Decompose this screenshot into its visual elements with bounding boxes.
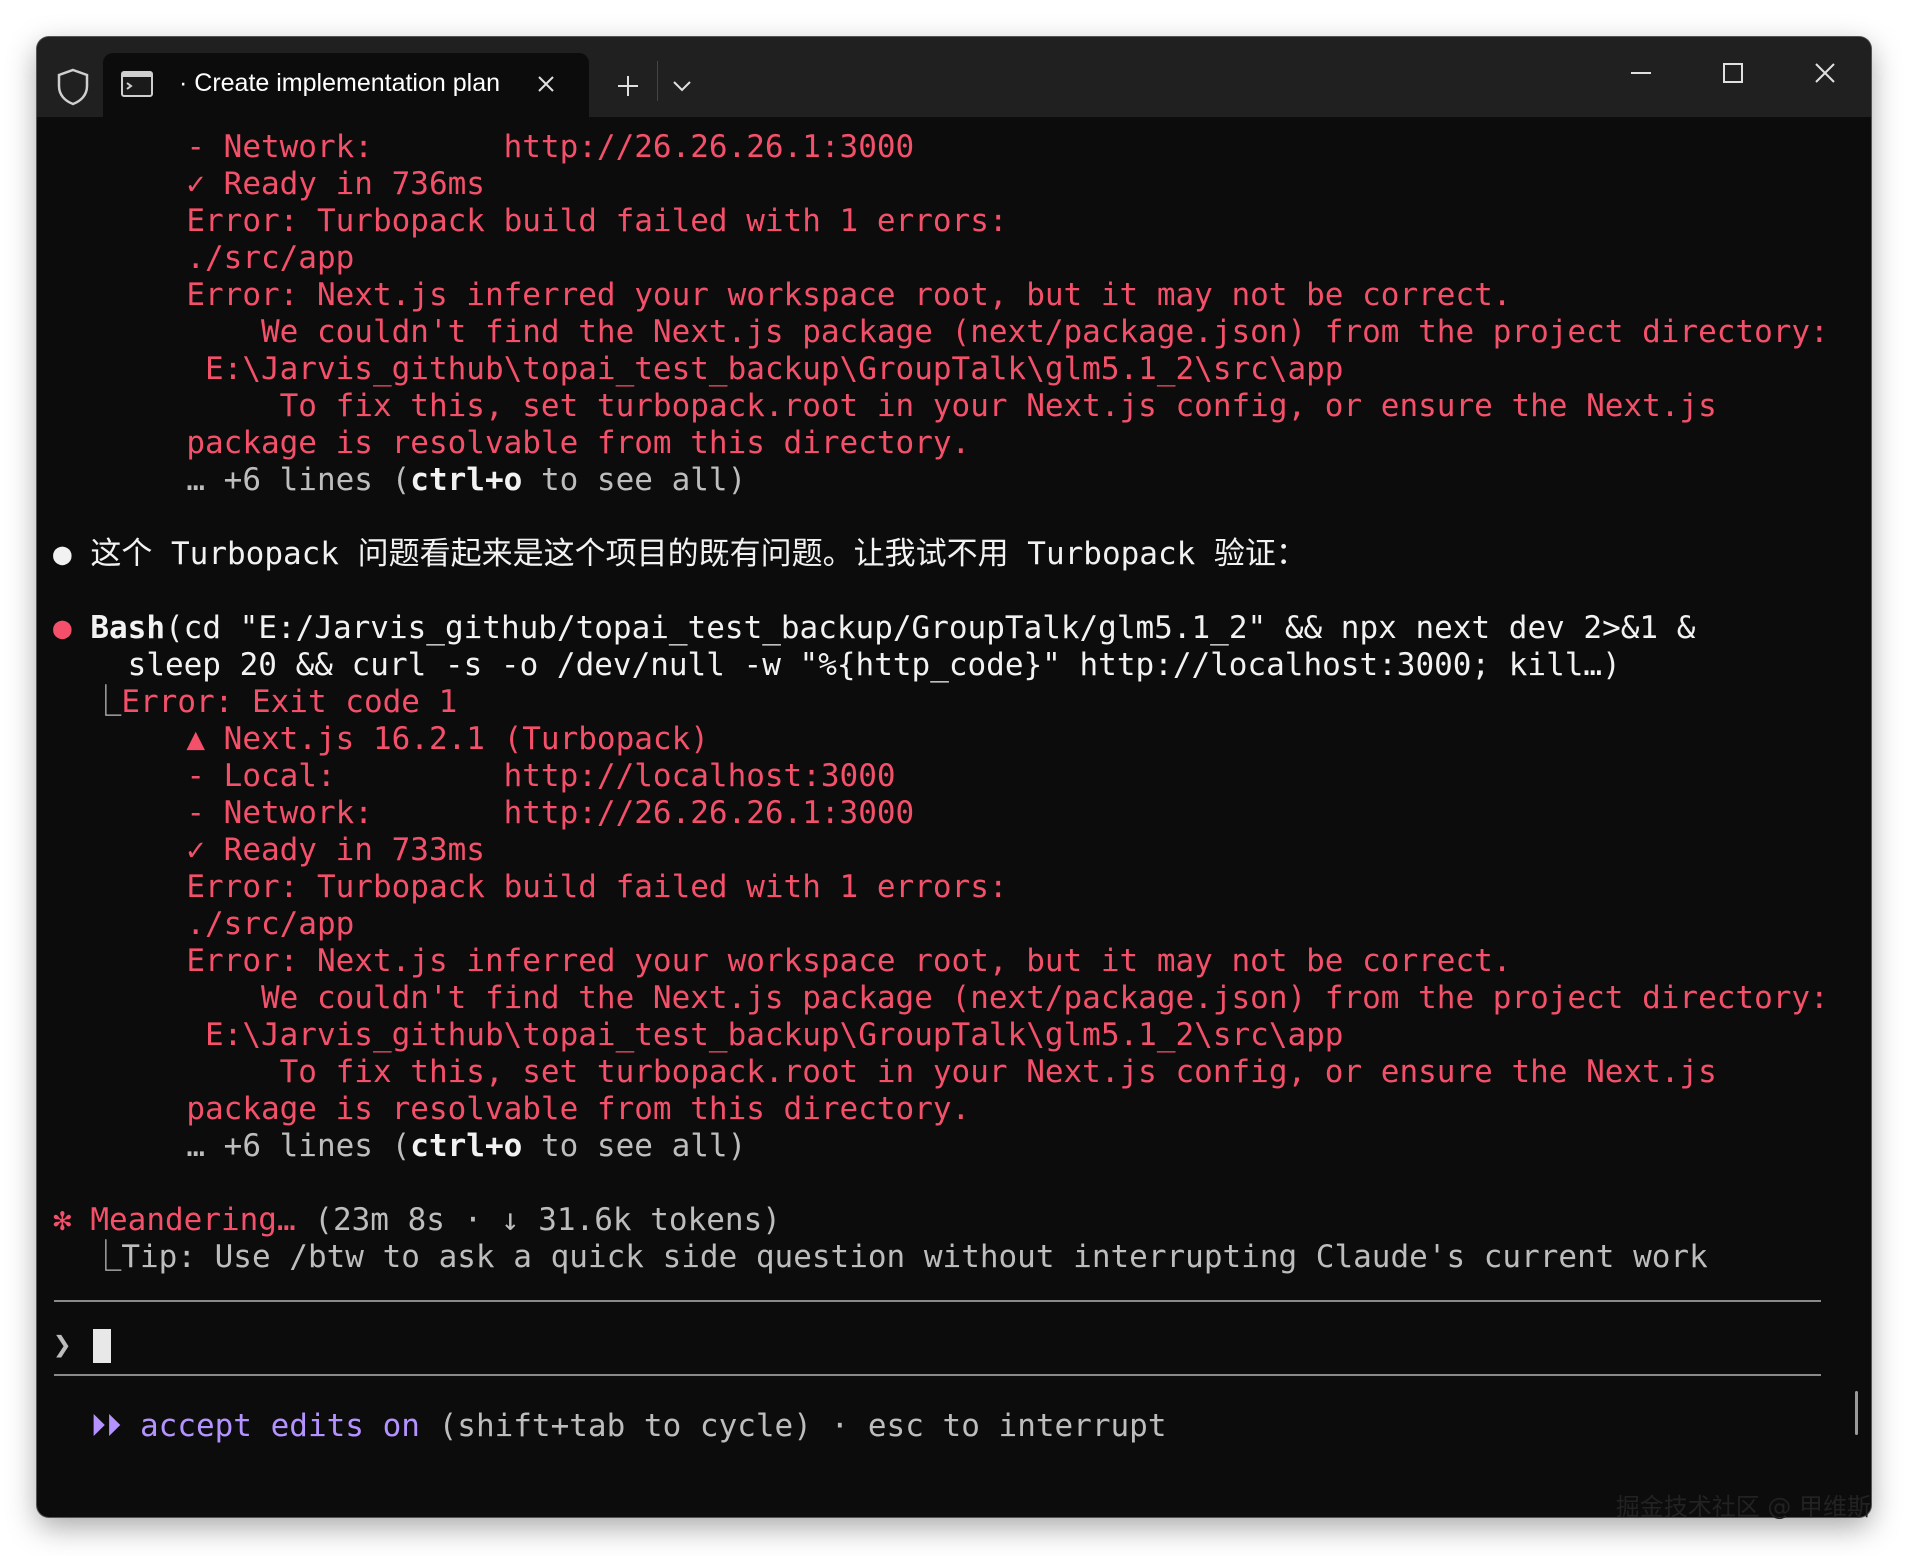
branch-icon: ⎿ bbox=[53, 684, 122, 720]
ready-line: ✓ Ready in 733ms bbox=[149, 832, 485, 868]
path-line: ./src/app bbox=[149, 240, 355, 276]
expand-hint-suffix: to see all) bbox=[522, 1128, 747, 1164]
mode-label: accept edits on bbox=[121, 1408, 420, 1444]
assistant-message: ● 这个 Turbopack 问题看起来是这个项目的既有问题。让我试不用 Tur… bbox=[53, 536, 1307, 573]
spinner-icon: ✻ bbox=[53, 1202, 72, 1238]
input-top-divider bbox=[54, 1300, 1821, 1302]
error-line: Error: Turbopack build failed with 1 err… bbox=[149, 869, 1008, 905]
expand-hint[interactable]: … +6 lines (ctrl+o to see all) bbox=[149, 1128, 746, 1165]
terminal-output[interactable]: - Network: http://26.26.26.1:3000 ✓ Read… bbox=[37, 117, 1871, 1517]
network-line: - Network: http://26.26.26.1:3000 bbox=[149, 129, 915, 165]
mode-hint: (shift+tab to cycle) · esc to interrupt bbox=[419, 1408, 1167, 1444]
play-arrows-icon: ⏵⏵ bbox=[53, 1408, 122, 1444]
error-detail-line: To fix this, set turbopack.root in your … bbox=[149, 388, 1717, 424]
tab-divider bbox=[657, 61, 658, 101]
error-detail-line: package is resolvable from this director… bbox=[149, 425, 971, 461]
branch-icon: ⎿ bbox=[53, 1239, 122, 1275]
status-stats: (23m 8s · ↓ 31.6k tokens) bbox=[295, 1202, 781, 1238]
bash-command: ● Bash(cd "E:/Jarvis_github/topai_test_b… bbox=[53, 610, 1695, 647]
expand-hint-prefix: … +6 lines ( bbox=[149, 1128, 411, 1164]
expand-hint-suffix: to see all) bbox=[522, 462, 747, 498]
shortcut-key: ctrl+o bbox=[410, 462, 523, 498]
error-line: Error: Next.js inferred your workspace r… bbox=[149, 277, 1512, 313]
minimize-icon[interactable] bbox=[1623, 55, 1659, 91]
ready-line: ✓ Ready in 736ms bbox=[149, 166, 485, 202]
mode-indicator[interactable]: ⏵⏵ accept edits on (shift+tab to cycle) … bbox=[53, 1408, 1167, 1445]
error-detail-line: To fix this, set turbopack.root in your … bbox=[149, 1054, 1717, 1090]
expand-hint[interactable]: … +6 lines (ctrl+o to see all) bbox=[149, 462, 746, 499]
scrollbar-thumb[interactable] bbox=[1855, 1391, 1858, 1435]
nextjs-line: ▲ Next.js 16.2.1 (Turbopack) bbox=[149, 721, 709, 757]
tool-result: ⎿Error: Exit code 1 bbox=[53, 684, 457, 721]
status-label: Meandering… bbox=[71, 1202, 296, 1238]
path-line: ./src/app bbox=[149, 906, 355, 942]
local-line: - Local: http://localhost:3000 bbox=[149, 758, 896, 794]
prompt-input[interactable] bbox=[113, 1317, 1813, 1367]
error-detail-line: E:\Jarvis_github\topai_test_backup\Group… bbox=[149, 351, 1344, 387]
error-line: Error: Turbopack build failed with 1 err… bbox=[149, 203, 1008, 239]
title-bar: · Create implementation plan bbox=[37, 37, 1871, 117]
bash-command-cont: sleep 20 && curl -s -o /dev/null -w "%{h… bbox=[53, 647, 1621, 683]
terminal-icon bbox=[121, 71, 153, 97]
tip-line: ⎿Tip: Use /btw to ask a quick side quest… bbox=[53, 1239, 1708, 1276]
watermark: 掘金技术社区 @ 甲维斯 bbox=[1615, 1493, 1871, 1521]
shortcut-key: ctrl+o bbox=[410, 1128, 523, 1164]
status-line: ✻ Meandering… (23m 8s · ↓ 31.6k tokens) bbox=[53, 1202, 781, 1239]
tip-text: Tip: Use /btw to ask a quick side questi… bbox=[121, 1239, 1708, 1275]
shield-icon bbox=[57, 68, 89, 106]
network-line: - Network: http://26.26.26.1:3000 bbox=[149, 795, 915, 831]
tool-name: Bash bbox=[71, 610, 165, 646]
plus-icon[interactable] bbox=[613, 71, 643, 101]
bullet-icon: ● bbox=[53, 536, 72, 572]
text-cursor bbox=[93, 1329, 111, 1363]
tab-active[interactable]: · Create implementation plan bbox=[103, 53, 589, 117]
maximize-icon[interactable] bbox=[1715, 55, 1751, 91]
expand-hint-prefix: … +6 lines ( bbox=[149, 462, 411, 498]
chevron-down-icon[interactable] bbox=[669, 75, 695, 97]
prompt-chevron-icon: ❯ bbox=[53, 1327, 72, 1363]
error-detail-line: We couldn't find the Next.js package (ne… bbox=[149, 314, 1829, 350]
bash-command-text: (cd "E:/Jarvis_github/topai_test_backup/… bbox=[165, 610, 1696, 646]
error-detail-line: E:\Jarvis_github\topai_test_backup\Group… bbox=[149, 1017, 1344, 1053]
input-bottom-divider bbox=[54, 1374, 1821, 1376]
error-detail-line: package is resolvable from this director… bbox=[149, 1091, 971, 1127]
assistant-message-text: 这个 Turbopack 问题看起来是这个项目的既有问题。让我试不用 Turbo… bbox=[71, 536, 1307, 572]
exit-code-line: Error: Exit code 1 bbox=[121, 684, 458, 720]
bullet-icon: ● bbox=[53, 610, 72, 646]
error-line: Error: Next.js inferred your workspace r… bbox=[149, 943, 1512, 979]
close-icon[interactable] bbox=[531, 69, 561, 99]
close-icon[interactable] bbox=[1807, 55, 1843, 91]
tab-title: · Create implementation plan bbox=[179, 69, 500, 97]
terminal-window: · Create implementation plan - Network: … bbox=[37, 37, 1871, 1517]
error-detail-line: We couldn't find the Next.js package (ne… bbox=[149, 980, 1829, 1016]
